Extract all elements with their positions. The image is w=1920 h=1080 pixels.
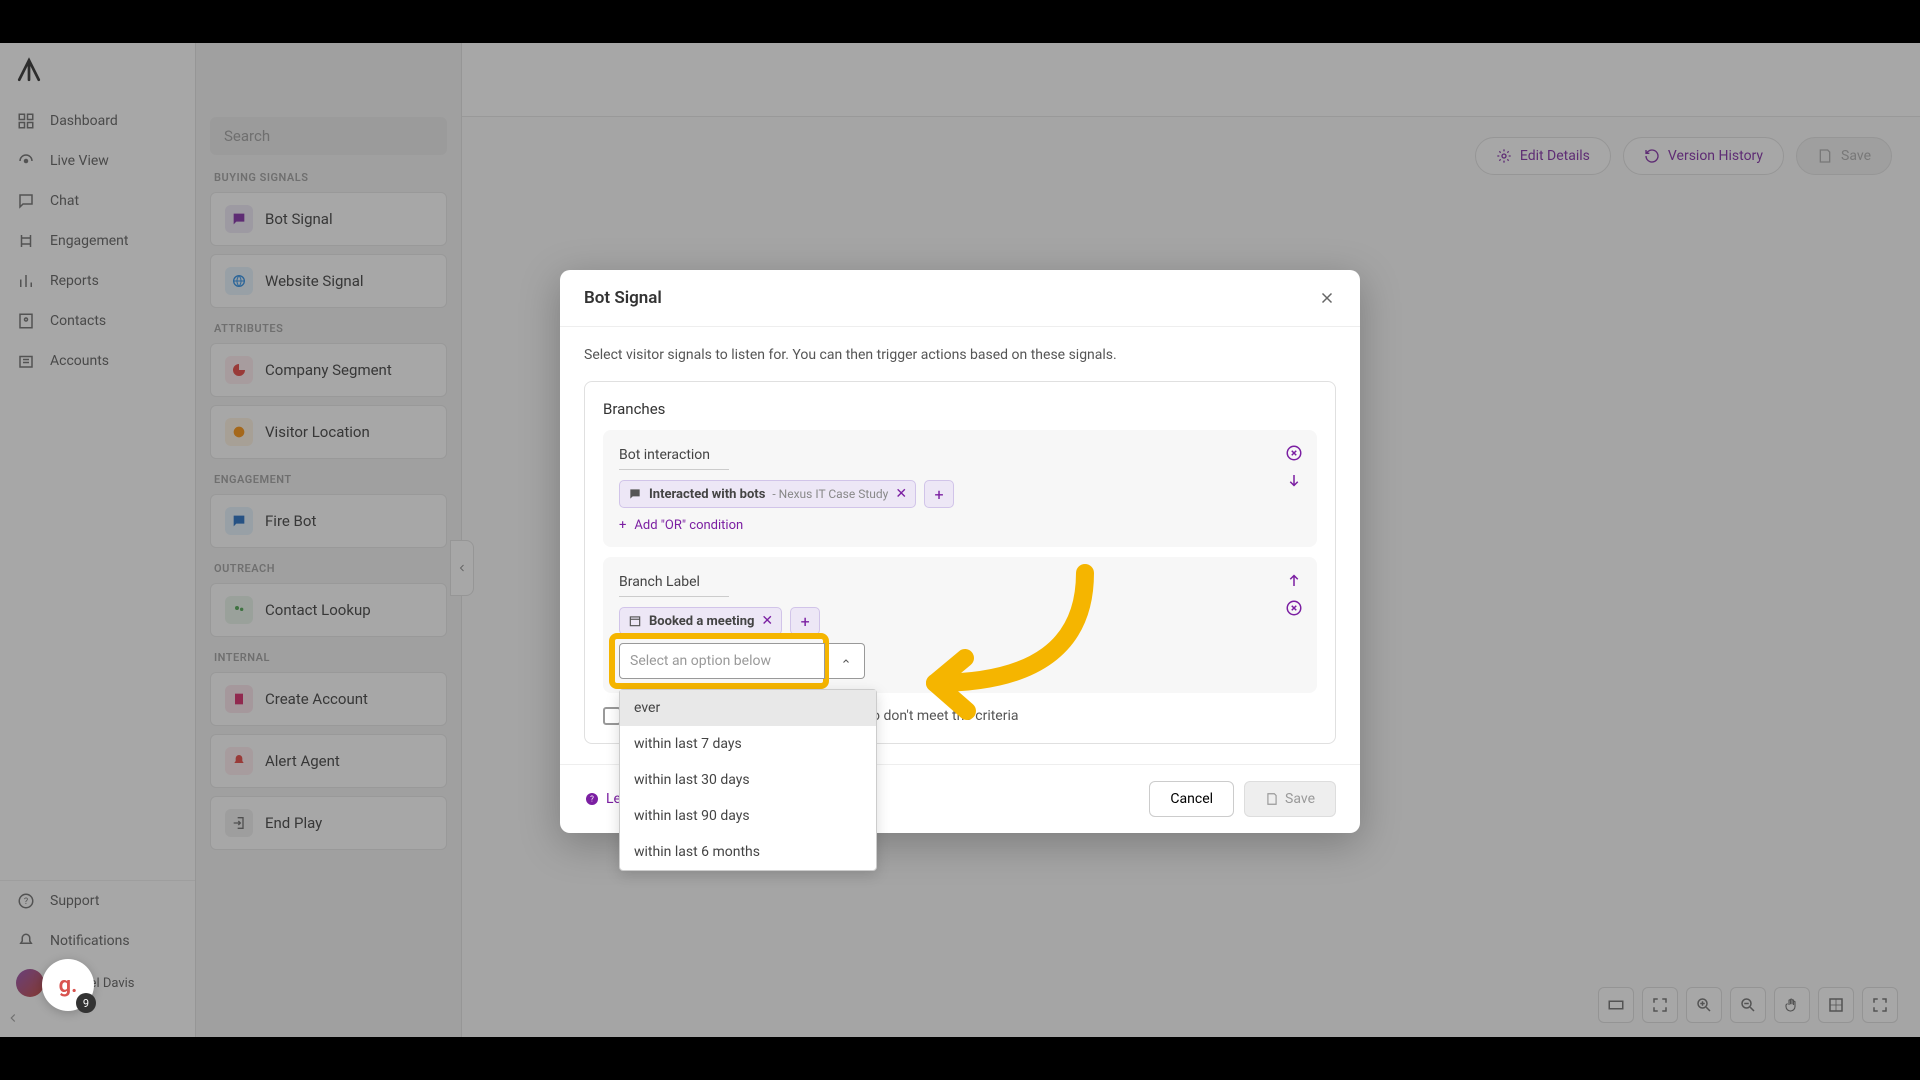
modal-title: Bot Signal <box>584 288 662 308</box>
arrow-up-icon <box>1285 571 1303 589</box>
timeframe-select[interactable] <box>619 643 825 679</box>
x-circle-icon <box>1285 599 1303 617</box>
cancel-button[interactable]: Cancel <box>1149 781 1234 817</box>
dropdown-option[interactable]: within last 6 months <box>620 834 876 870</box>
branches-container: Branches Bot interaction Interacted with… <box>584 381 1336 744</box>
condition-chip[interactable]: Booked a meeting ✕ <box>619 607 782 635</box>
move-down[interactable] <box>1283 470 1305 492</box>
g-icon: g. <box>59 973 78 998</box>
branch-label-input[interactable]: Branch Label <box>619 574 729 597</box>
badge-count: 9 <box>76 993 96 1013</box>
close-icon <box>1318 289 1336 307</box>
bot-signal-modal: Bot Signal Select visitor signals to lis… <box>560 270 1360 833</box>
save-button[interactable]: Save <box>1244 781 1336 817</box>
close-button[interactable] <box>1318 289 1336 307</box>
branch-card: Bot interaction Interacted with bots - N… <box>603 430 1317 547</box>
help-icon: ? <box>584 791 600 807</box>
remove-branch[interactable] <box>1283 442 1305 464</box>
branch-label-input[interactable]: Bot interaction <box>619 447 729 470</box>
modal-description: Select visitor signals to listen for. Yo… <box>584 347 1336 363</box>
chat-icon <box>628 487 642 501</box>
arrow-down-icon <box>1285 472 1303 490</box>
dropdown-option[interactable]: within last 90 days <box>620 798 876 834</box>
svg-text:?: ? <box>590 795 594 804</box>
branch-card: Branch Label Booked a meeting ✕ + <box>603 557 1317 693</box>
caret-up-icon <box>840 655 852 667</box>
remove-chip[interactable]: ✕ <box>895 486 907 502</box>
assist-badge[interactable]: g. 9 <box>42 959 94 1011</box>
dropdown-option[interactable]: ever <box>620 690 876 726</box>
calendar-icon <box>628 614 642 628</box>
x-circle-icon <box>1285 444 1303 462</box>
dropdown-option[interactable]: within last 30 days <box>620 762 876 798</box>
move-up[interactable] <box>1283 569 1305 591</box>
dropdown-option[interactable]: within last 7 days <box>620 726 876 762</box>
dropdown-toggle[interactable] <box>829 643 865 679</box>
remove-branch[interactable] <box>1283 597 1305 619</box>
branches-title: Branches <box>603 400 1317 418</box>
remove-chip[interactable]: ✕ <box>761 613 773 629</box>
add-condition[interactable]: + <box>790 607 820 635</box>
timeframe-dropdown: ever within last 7 days within last 30 d… <box>619 689 877 871</box>
add-or-condition[interactable]: +Add "OR" condition <box>619 518 1301 533</box>
save-icon <box>1265 792 1279 806</box>
add-condition[interactable]: + <box>924 480 954 508</box>
condition-chip[interactable]: Interacted with bots - Nexus IT Case Stu… <box>619 480 916 508</box>
